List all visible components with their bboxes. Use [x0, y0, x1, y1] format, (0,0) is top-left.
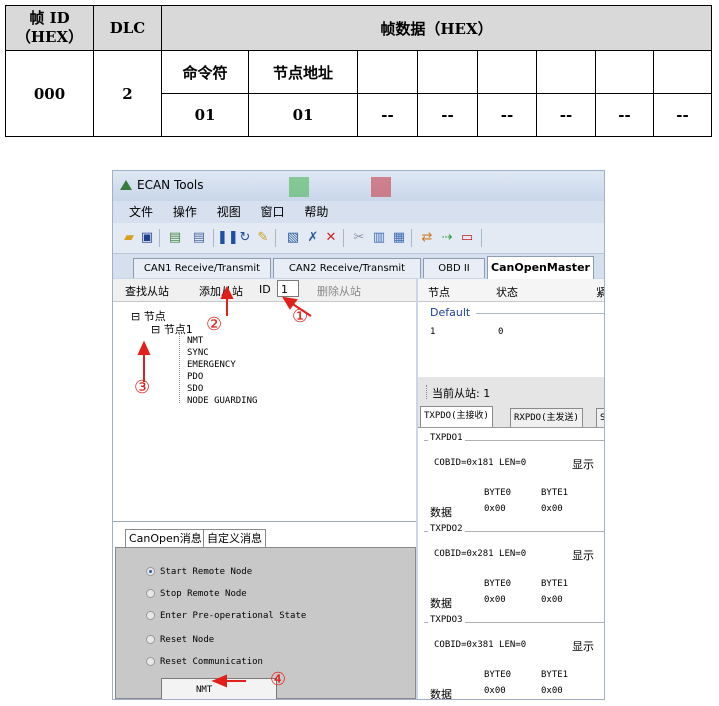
- annotation-arrows: [137, 285, 312, 688]
- annotation-1: ①: [292, 306, 309, 327]
- arrow-4-head: [211, 674, 227, 688]
- annotation-3: ③: [134, 377, 151, 398]
- arrow-3-head: [137, 340, 151, 355]
- arrow-2-head: [220, 285, 234, 299]
- annotation-2: ②: [206, 314, 223, 335]
- annotation-4: ④: [270, 669, 287, 690]
